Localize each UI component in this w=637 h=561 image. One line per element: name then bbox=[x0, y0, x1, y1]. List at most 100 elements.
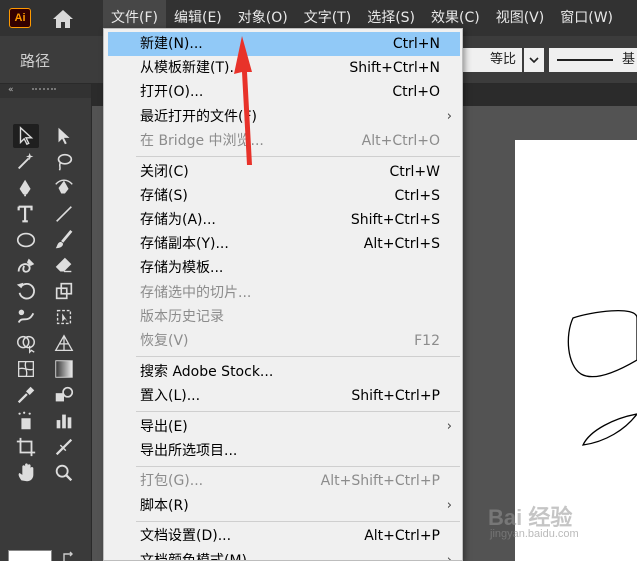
ellipse-tool[interactable] bbox=[13, 228, 39, 252]
shape-builder-tool[interactable] bbox=[13, 331, 39, 355]
ellipse-icon bbox=[16, 232, 36, 247]
curvature-tool[interactable] bbox=[51, 176, 77, 200]
mesh-icon bbox=[18, 361, 34, 378]
paintbrush-icon bbox=[55, 229, 73, 248]
pen-tool[interactable] bbox=[13, 176, 39, 200]
watermark-url: jingyan.baidu.com bbox=[490, 528, 579, 540]
blend-tool[interactable] bbox=[51, 383, 77, 407]
menu-separator bbox=[136, 520, 460, 522]
file-menu-item[interactable]: 文档设置(D)... Alt+Ctrl+P bbox=[108, 524, 460, 548]
symbol-sprayer-tool[interactable] bbox=[13, 409, 39, 433]
menu-7[interactable]: 窗口(W) bbox=[552, 0, 621, 36]
file-menu-item[interactable]: 存储为模板... bbox=[108, 256, 460, 280]
submenu-arrow-icon: › bbox=[446, 497, 452, 513]
menu-item-label: 搜索 Adobe Stock... bbox=[140, 363, 274, 380]
file-menu-item[interactable]: 打开(O)... Ctrl+O bbox=[108, 80, 460, 104]
gradient-tool[interactable] bbox=[51, 357, 77, 381]
column-graph-icon bbox=[56, 414, 72, 429]
tools-panel-header: « bbox=[0, 84, 91, 98]
type-tool[interactable] bbox=[13, 202, 39, 226]
slice-tool[interactable] bbox=[51, 435, 77, 459]
file-menu-item[interactable]: 导出(E) › bbox=[108, 415, 460, 439]
baidu-watermark: Bai 经验 jingyan.baidu.com bbox=[488, 500, 628, 550]
menu-separator bbox=[136, 156, 460, 157]
menu-item-label: 存储为(A)... bbox=[140, 211, 216, 228]
fill-color-swatch[interactable] bbox=[8, 550, 52, 561]
uniform-width-profile[interactable]: 等比 bbox=[462, 48, 522, 72]
eyedropper-tool[interactable] bbox=[13, 383, 39, 407]
zoom-tool[interactable] bbox=[51, 461, 77, 485]
menu-item-label: 最近打开的文件(F) bbox=[140, 108, 257, 125]
selection-icon bbox=[19, 126, 34, 146]
menu-item-label: 打开(O)... bbox=[140, 84, 204, 101]
menu-item-shortcut: Shift+Ctrl+P bbox=[351, 387, 440, 404]
home-icon[interactable] bbox=[51, 9, 75, 29]
menu-item-shortcut: Shift+Ctrl+N bbox=[349, 60, 440, 77]
menu-item-label: 置入(L)... bbox=[140, 387, 201, 404]
direct-selection-icon bbox=[58, 127, 70, 145]
menu-item-shortcut: Ctrl+O bbox=[392, 84, 440, 101]
free-transform-tool[interactable] bbox=[51, 305, 77, 329]
menu-6[interactable]: 视图(V) bbox=[488, 0, 553, 36]
panel-grip[interactable] bbox=[32, 88, 56, 94]
menu-item-label: 文档颜色模式(M) bbox=[140, 552, 248, 561]
hand-tool[interactable] bbox=[13, 461, 39, 485]
symbol-sprayer-icon bbox=[18, 411, 31, 430]
file-menu-item[interactable]: 最近打开的文件(F) › bbox=[108, 105, 460, 129]
direct-selection-tool[interactable] bbox=[51, 124, 77, 148]
column-graph-tool[interactable] bbox=[51, 409, 77, 433]
menu-item-shortcut: Alt+Shift+Ctrl+P bbox=[320, 473, 440, 490]
submenu-arrow-icon: › bbox=[446, 418, 452, 434]
file-menu-item: 在 Bridge 中浏览... Alt+Ctrl+O bbox=[108, 129, 460, 153]
rotate-icon bbox=[16, 283, 35, 300]
lasso-tool[interactable] bbox=[51, 150, 77, 174]
menu-item-label: 导出所选项目... bbox=[140, 442, 238, 459]
line-segment-tool[interactable] bbox=[51, 202, 77, 226]
scale-tool[interactable] bbox=[51, 279, 77, 303]
menu-item-shortcut: Alt+Ctrl+S bbox=[363, 236, 440, 253]
gradient-icon bbox=[55, 360, 73, 378]
file-menu-item: 打包(G)... Alt+Shift+Ctrl+P bbox=[108, 469, 460, 493]
menu-item-label: 新建(N)... bbox=[140, 36, 203, 52]
file-menu-item[interactable]: 关闭(C) Ctrl+W bbox=[108, 160, 460, 184]
file-menu-item[interactable]: 从模板新建(T)... Shift+Ctrl+N bbox=[108, 56, 460, 80]
file-menu-item[interactable]: 新建(N)... Ctrl+N bbox=[108, 32, 460, 56]
selection-tool[interactable] bbox=[13, 124, 39, 148]
menu-item-label: 脚本(R) bbox=[140, 497, 189, 514]
eraser-tool[interactable] bbox=[51, 254, 77, 278]
magic-wand-icon bbox=[18, 152, 34, 169]
rotate-tool[interactable] bbox=[13, 279, 39, 303]
collapse-icon[interactable]: « bbox=[8, 85, 14, 95]
file-menu-item[interactable]: 搜索 Adobe Stock... bbox=[108, 360, 460, 384]
file-menu-item: 恢复(V) F12 bbox=[108, 329, 460, 353]
shaper-tool[interactable] bbox=[13, 254, 39, 278]
magic-wand-tool[interactable] bbox=[13, 150, 39, 174]
scale-icon bbox=[55, 283, 73, 300]
artwork-shapes[interactable] bbox=[515, 300, 637, 460]
free-transform-icon bbox=[56, 310, 72, 325]
brush-definition-field[interactable]: 基 bbox=[549, 48, 637, 72]
file-menu-item[interactable]: 脚本(R) › bbox=[108, 494, 460, 518]
perspective-grid-tool[interactable] bbox=[51, 331, 77, 355]
chevron-down-icon bbox=[529, 57, 539, 63]
paintbrush-tool[interactable] bbox=[51, 228, 77, 252]
menu-item-label: 文档设置(D)... bbox=[140, 528, 232, 545]
file-menu-item[interactable]: 存储为(A)... Shift+Ctrl+S bbox=[108, 208, 460, 232]
file-menu-item[interactable]: 存储副本(Y)... Alt+Ctrl+S bbox=[108, 232, 460, 256]
artboard-tool[interactable] bbox=[13, 435, 39, 459]
slice-icon bbox=[55, 438, 73, 455]
swap-fill-stroke-icon[interactable] bbox=[62, 551, 76, 561]
file-menu-item[interactable]: 导出所选项目... bbox=[108, 439, 460, 463]
eraser-icon bbox=[55, 257, 72, 272]
file-menu-item[interactable]: 文档颜色模式(M) › bbox=[108, 549, 460, 561]
submenu-arrow-icon: › bbox=[446, 552, 452, 561]
menu-item-label: 在 Bridge 中浏览... bbox=[140, 132, 264, 149]
menu-item-shortcut: Ctrl+S bbox=[394, 187, 440, 204]
puppet-warp-tool[interactable] bbox=[13, 305, 39, 329]
shape-builder-icon bbox=[17, 336, 35, 354]
menu-separator bbox=[136, 465, 460, 467]
mesh-tool[interactable] bbox=[13, 357, 39, 381]
file-menu-item[interactable]: 存储(S) Ctrl+S bbox=[108, 184, 460, 208]
profile-dropdown-button[interactable] bbox=[524, 48, 544, 72]
file-menu-item[interactable]: 置入(L)... Shift+Ctrl+P bbox=[108, 384, 460, 408]
